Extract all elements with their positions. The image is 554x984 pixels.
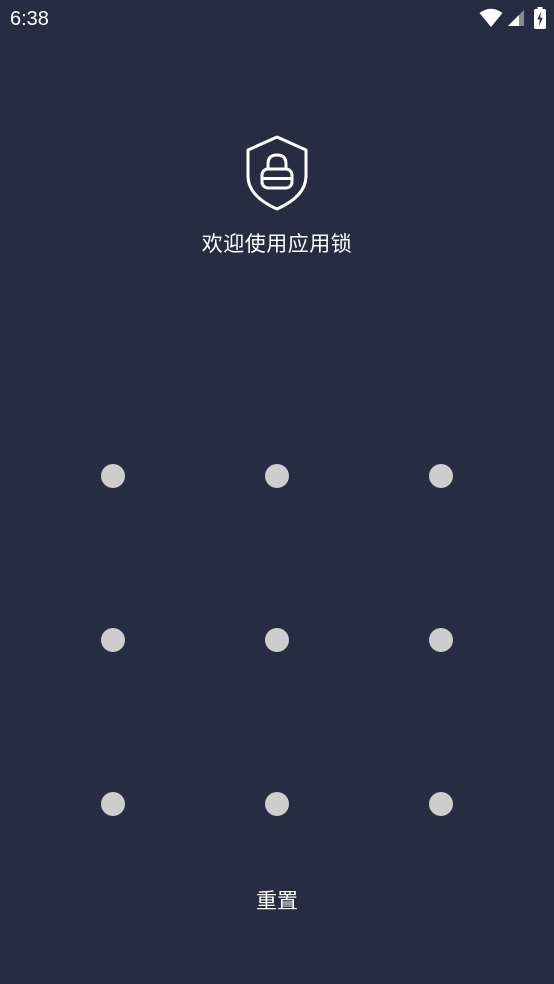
pattern-dot-4[interactable] [101,628,125,652]
header-block: 欢迎使用应用锁 [0,134,554,258]
battery-charging-icon [534,7,546,29]
shield-lock-icon [245,134,309,212]
pattern-dot-8[interactable] [265,792,289,816]
reset-button[interactable]: 重置 [227,880,327,922]
status-time: 6:38 [10,8,49,30]
wifi-icon [479,8,503,27]
pattern-dot-2[interactable] [265,464,289,488]
pattern-dot-7[interactable] [101,792,125,816]
cellular-signal-icon [508,10,524,26]
pattern-dot-5[interactable] [265,628,289,652]
status-icons [479,7,546,29]
pattern-dot-6[interactable] [429,628,453,652]
status-bar: 6:38 [0,0,554,38]
welcome-text: 欢迎使用应用锁 [201,232,353,256]
pattern-dot-9[interactable] [429,792,453,816]
pattern-dot-1[interactable] [101,464,125,488]
pattern-dot-3[interactable] [429,464,453,488]
